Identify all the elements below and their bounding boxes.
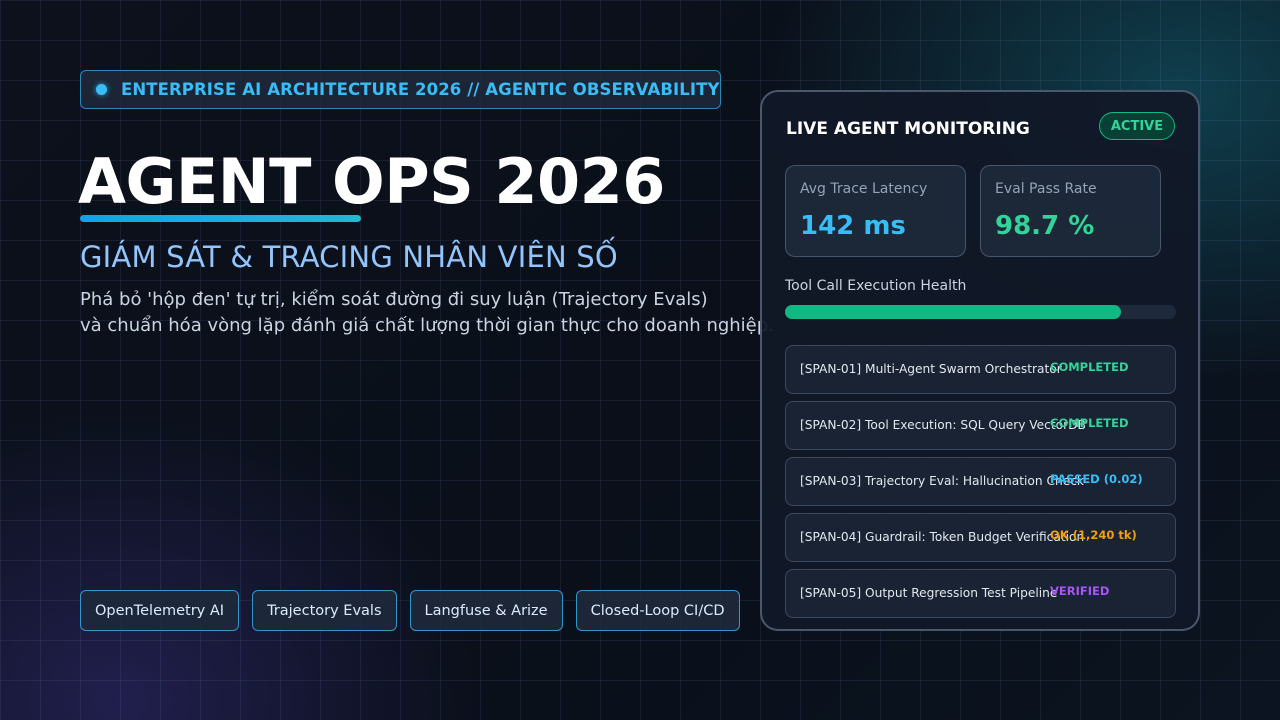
page-subtitle: GIÁM SÁT & TRACING NHÂN VIÊN SỐ: [80, 240, 618, 274]
panel-title: LIVE AGENT MONITORING: [786, 119, 1030, 139]
span-status: PASSED (0.02): [1050, 472, 1143, 486]
span-row[interactable]: [SPAN-02] Tool Execution: SQL Query Vect…: [785, 401, 1176, 450]
span-status: OK (1,240 tk): [1050, 528, 1137, 542]
span-name: [SPAN-05] Output Regression Test Pipelin…: [800, 586, 1058, 600]
chip-langfuse-arize[interactable]: Langfuse & Arize: [409, 590, 563, 631]
tagline-text: ENTERPRISE AI ARCHITECTURE 2026 // AGENT…: [121, 80, 720, 99]
span-status: COMPLETED: [1050, 360, 1129, 374]
description-line: và chuẩn hóa vòng lặp đánh giá chất lượn…: [80, 315, 774, 336]
metric-card-latency: Avg Trace Latency 142 ms: [785, 165, 966, 257]
span-name: [SPAN-04] Guardrail: Token Budget Verifi…: [800, 530, 1085, 544]
health-label: Tool Call Execution Health: [785, 278, 967, 294]
span-name: [SPAN-01] Multi-Agent Swarm Orchestrator: [800, 362, 1062, 376]
title-underline: [80, 215, 361, 222]
status-dot-icon: [96, 84, 107, 95]
health-progress-fill: [785, 305, 1122, 319]
metric-label: Avg Trace Latency: [800, 181, 928, 197]
chip-trajectory-evals[interactable]: Trajectory Evals: [252, 590, 397, 631]
chip-closed-loop-cicd[interactable]: Closed-Loop CI/CD: [575, 590, 740, 631]
span-list: [SPAN-01] Multi-Agent Swarm Orchestrator…: [785, 345, 1176, 625]
page-description: Phá bỏ 'hộp đen' tự trị, kiểm soát đường…: [80, 287, 774, 339]
tech-chips: OpenTelemetry AI Trajectory Evals Langfu…: [80, 590, 740, 631]
span-row[interactable]: [SPAN-04] Guardrail: Token Budget Verifi…: [785, 513, 1176, 562]
health-progress-bar: [785, 305, 1176, 319]
metric-card-eval-pass-rate: Eval Pass Rate 98.7 %: [980, 165, 1161, 257]
span-row[interactable]: [SPAN-05] Output Regression Test Pipelin…: [785, 569, 1176, 618]
span-name: [SPAN-02] Tool Execution: SQL Query Vect…: [800, 418, 1086, 432]
header-tagline: ENTERPRISE AI ARCHITECTURE 2026 // AGENT…: [80, 70, 721, 109]
chip-opentelemetry[interactable]: OpenTelemetry AI: [80, 590, 240, 631]
span-status: VERIFIED: [1050, 584, 1110, 598]
metric-label: Eval Pass Rate: [995, 181, 1097, 197]
metric-value: 142 ms: [800, 211, 906, 241]
span-status: COMPLETED: [1050, 416, 1129, 430]
status-badge: ACTIVE: [1099, 112, 1175, 140]
description-line: Phá bỏ 'hộp đen' tự trị, kiểm soát đường…: [80, 289, 708, 310]
monitoring-panel: LIVE AGENT MONITORING ACTIVE Avg Trace L…: [760, 90, 1200, 631]
span-row[interactable]: [SPAN-03] Trajectory Eval: Hallucination…: [785, 457, 1176, 506]
page-title: AGENT OPS 2026: [78, 145, 665, 218]
span-name: [SPAN-03] Trajectory Eval: Hallucination…: [800, 474, 1084, 488]
metric-value: 98.7 %: [995, 211, 1095, 241]
span-row[interactable]: [SPAN-01] Multi-Agent Swarm Orchestrator…: [785, 345, 1176, 394]
